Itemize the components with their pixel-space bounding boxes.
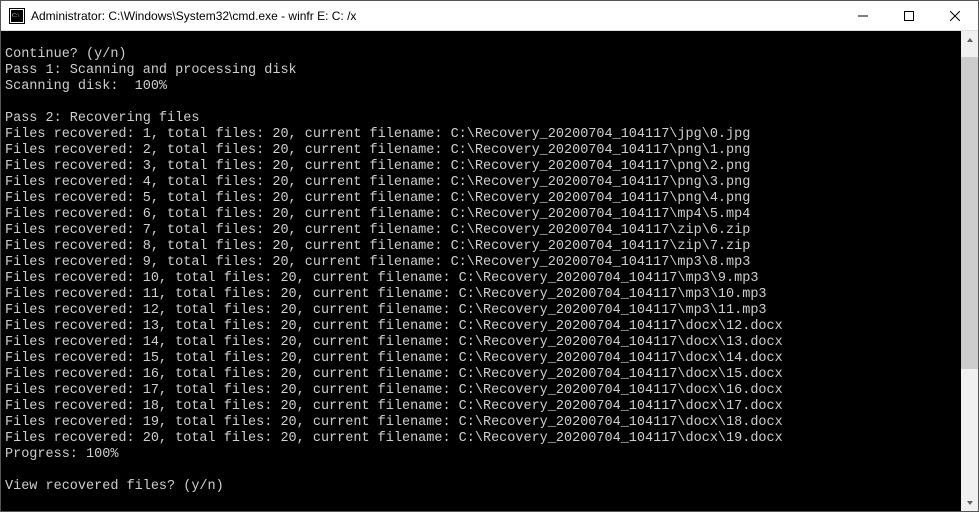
terminal-line: Files recovered: 9, total files: 20, cur… (5, 255, 961, 271)
terminal-line: Files recovered: 1, total files: 20, cur… (5, 127, 961, 143)
terminal-line: Files recovered: 16, total files: 20, cu… (5, 367, 961, 383)
terminal-line: Files recovered: 8, total files: 20, cur… (5, 239, 961, 255)
terminal-line: Files recovered: 6, total files: 20, cur… (5, 207, 961, 223)
terminal-line: Files recovered: 13, total files: 20, cu… (5, 319, 961, 335)
terminal-line: Files recovered: 19, total files: 20, cu… (5, 415, 961, 431)
terminal-line: Files recovered: 10, total files: 20, cu… (5, 271, 961, 287)
scroll-track[interactable] (961, 48, 978, 494)
scroll-down-button[interactable] (961, 494, 978, 511)
terminal-line: Files recovered: 12, total files: 20, cu… (5, 303, 961, 319)
terminal-output[interactable]: Continue? (y/n)Pass 1: Scanning and proc… (1, 31, 961, 511)
maximize-button[interactable] (886, 1, 932, 30)
terminal-line: Continue? (y/n) (5, 47, 961, 63)
window-controls (840, 1, 978, 30)
terminal-line: Files recovered: 4, total files: 20, cur… (5, 175, 961, 191)
scroll-thumb[interactable] (961, 57, 978, 369)
terminal-line: Files recovered: 15, total files: 20, cu… (5, 351, 961, 367)
scroll-up-button[interactable] (961, 31, 978, 48)
terminal-line: Files recovered: 17, total files: 20, cu… (5, 383, 961, 399)
terminal-line: Pass 2: Recovering files (5, 111, 961, 127)
terminal-line: Files recovered: 11, total files: 20, cu… (5, 287, 961, 303)
window-title: Administrator: C:\Windows\System32\cmd.e… (31, 9, 840, 23)
terminal-line (5, 463, 961, 479)
client-area: Continue? (y/n)Pass 1: Scanning and proc… (1, 31, 978, 511)
terminal-line: Files recovered: 2, total files: 20, cur… (5, 143, 961, 159)
terminal-line: Files recovered: 20, total files: 20, cu… (5, 431, 961, 447)
terminal-line: Files recovered: 3, total files: 20, cur… (5, 159, 961, 175)
close-button[interactable] (932, 1, 978, 30)
cmd-icon: C:\ (9, 8, 25, 24)
terminal-line: Scanning disk: 100% (5, 79, 961, 95)
window: C:\ Administrator: C:\Windows\System32\c… (0, 0, 979, 512)
terminal-line: Files recovered: 18, total files: 20, cu… (5, 399, 961, 415)
titlebar[interactable]: C:\ Administrator: C:\Windows\System32\c… (1, 1, 978, 31)
terminal-line: Files recovered: 7, total files: 20, cur… (5, 223, 961, 239)
svg-text:C:\: C:\ (12, 13, 20, 19)
terminal-line: View recovered files? (y/n) (5, 479, 961, 495)
minimize-button[interactable] (840, 1, 886, 30)
vertical-scrollbar[interactable] (961, 31, 978, 511)
terminal-line (5, 31, 961, 47)
terminal-line: Files recovered: 14, total files: 20, cu… (5, 335, 961, 351)
terminal-line (5, 95, 961, 111)
terminal-line: Progress: 100% (5, 447, 961, 463)
terminal-line: Files recovered: 5, total files: 20, cur… (5, 191, 961, 207)
terminal-line: Pass 1: Scanning and processing disk (5, 63, 961, 79)
